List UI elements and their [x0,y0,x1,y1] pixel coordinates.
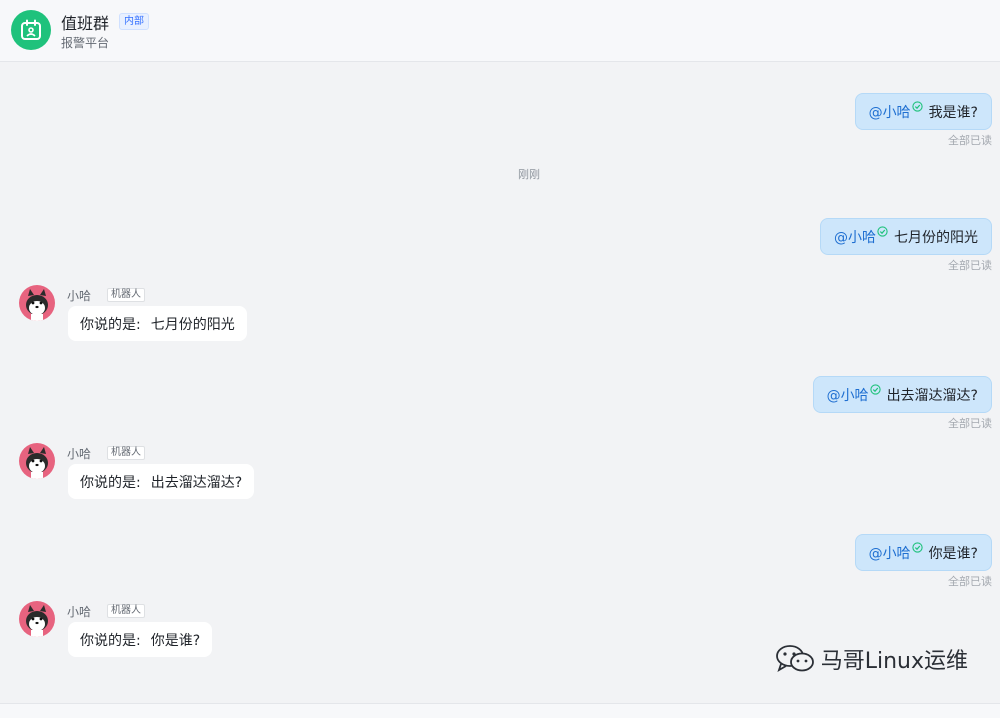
calendar-icon [21,19,41,40]
mention-link[interactable]: @小哈 [869,102,911,122]
bot-avatar[interactable] [19,601,55,637]
time-separator: 刚刚 [518,168,540,181]
message-prefix: 你说的是: [80,316,141,333]
husky-avatar-icon [26,289,48,321]
internal-badge: 内部 [119,13,149,30]
husky-avatar-icon [26,447,48,479]
outgoing-message[interactable]: @小哈 出去溜达溜达? [812,376,992,413]
bot-badge: 机器人 [107,288,145,302]
mention-link[interactable]: @小哈 [869,543,911,563]
outgoing-message[interactable]: @小哈 我是谁? [854,93,992,130]
input-toolbar[interactable] [0,703,1000,718]
read-check-icon [911,542,923,553]
husky-avatar-icon [26,605,48,637]
read-status[interactable]: 全部已读 [948,573,992,589]
watermark-text: 马哥Linux运维 [820,649,968,674]
message-prefix: 你说的是: [80,474,141,491]
message-text: 七月份的阳光 [894,229,978,246]
incoming-message[interactable]: 你说的是: 出去溜达溜达? [68,464,255,499]
bot-avatar[interactable] [19,443,55,479]
outgoing-message[interactable]: @小哈 七月份的阳光 [820,218,992,255]
message-list[interactable]: @小哈 我是谁? 全部已读 刚刚 @小哈 七月份的阳光 全部已读 小哈 机器人 … [0,63,1000,703]
read-status[interactable]: 全部已读 [948,257,992,273]
sender-name[interactable]: 小哈 [67,287,91,304]
read-check-icon [877,226,888,237]
watermark: 马哥Linux运维 [775,643,968,675]
bot-avatar[interactable] [19,285,55,321]
message-text: 我是谁? [928,104,978,121]
bot-badge: 机器人 [107,604,145,618]
group-avatar[interactable] [11,10,51,50]
bot-badge: 机器人 [107,446,145,460]
read-status[interactable]: 全部已读 [948,132,992,148]
message-text: 七月份的阳光 [150,316,235,333]
group-subtitle: 报警平台 [61,36,110,50]
outgoing-message[interactable]: @小哈 你是谁? [854,534,992,571]
sender-name[interactable]: 小哈 [67,445,91,462]
message-prefix: 你说的是: [80,632,141,649]
chat-header: 值班群 内部 报警平台 [0,0,1000,62]
message-text: 你是谁? [928,545,978,562]
read-status[interactable]: 全部已读 [948,415,992,431]
wechat-icon [775,645,814,672]
read-check-icon [911,101,923,112]
read-check-icon [869,384,881,395]
incoming-message[interactable]: 你说的是: 七月份的阳光 [68,306,247,341]
message-text: 你是谁? [150,632,201,649]
sender-name[interactable]: 小哈 [67,603,91,620]
incoming-message[interactable]: 你说的是: 你是谁? [68,622,213,657]
message-text: 出去溜达溜达? [886,387,978,404]
mention-link[interactable]: @小哈 [834,227,876,247]
message-text: 出去溜达溜达? [150,474,243,491]
group-name[interactable]: 值班群 [61,10,109,34]
mention-link[interactable]: @小哈 [827,385,869,405]
